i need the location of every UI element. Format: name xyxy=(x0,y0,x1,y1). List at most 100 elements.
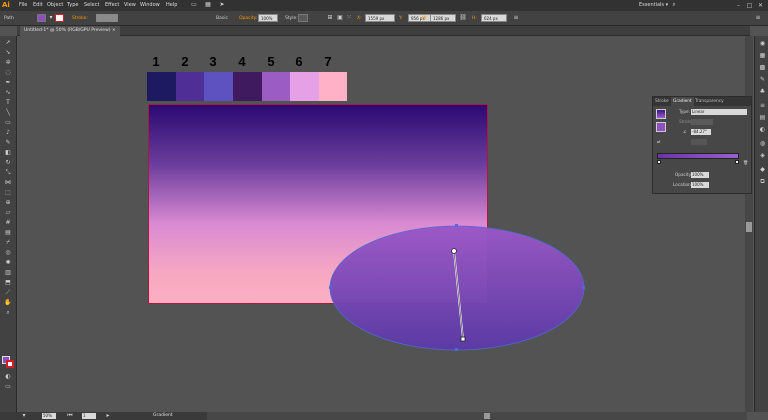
gradient-panel-icon[interactable]: ▤ xyxy=(758,114,767,122)
stroke-panel-icon[interactable]: ≡ xyxy=(758,102,767,110)
tab-gradient[interactable]: Gradient xyxy=(671,97,694,106)
slice-tool-icon[interactable]: ⟋ xyxy=(3,289,13,297)
layers-panel-icon[interactable]: ◆ xyxy=(758,166,767,174)
brush-label[interactable]: Basic xyxy=(216,14,228,23)
horizontal-scroll-thumb[interactable] xyxy=(484,413,490,419)
gradient-preview-swatch[interactable] xyxy=(656,109,666,119)
menu-effect[interactable]: Effect xyxy=(105,0,119,11)
selection-tool-icon[interactable]: ➚ xyxy=(3,39,13,47)
chevron-down-icon[interactable]: ▾ xyxy=(47,14,55,22)
eyedropper-tool-icon[interactable]: ⌿ xyxy=(3,239,13,247)
curvature-tool-icon[interactable]: ∿ xyxy=(3,89,13,97)
zoom-tool-icon[interactable]: ⌕ xyxy=(3,309,13,317)
reverse-gradient-icon[interactable]: ⇄ xyxy=(657,139,661,145)
menu-view[interactable]: View xyxy=(124,0,136,11)
screen-mode-icon[interactable]: ▭ xyxy=(3,383,13,391)
rectangle-tool-icon[interactable]: ▭ xyxy=(3,119,13,127)
h-field[interactable]: 624 px xyxy=(481,14,507,22)
constrain-link-icon[interactable]: ⛓ xyxy=(459,14,467,22)
document-tab[interactable]: Untitled-1* @ 50% (RGB/GPU Preview) × xyxy=(20,26,120,36)
stroke-gradient-buttons[interactable] xyxy=(691,119,713,125)
zoom-down-icon[interactable]: ▾ xyxy=(20,412,28,420)
stroke-color-swatch[interactable] xyxy=(6,360,14,368)
color-panel-icon[interactable]: ◉ xyxy=(758,40,767,48)
minimize-icon[interactable]: – xyxy=(734,1,743,10)
align-icon[interactable]: ⊞ xyxy=(326,14,334,22)
transparency-panel-icon[interactable]: ◐ xyxy=(758,126,767,134)
location-field[interactable]: 100% xyxy=(691,182,709,188)
artboard-tool-icon[interactable]: ⬒ xyxy=(3,279,13,287)
color-guide-icon[interactable]: ▦ xyxy=(758,52,767,60)
mesh-tool-icon[interactable]: # xyxy=(3,219,13,227)
scale-tool-icon[interactable]: ⤡ xyxy=(3,169,13,177)
menu-select[interactable]: Select xyxy=(84,0,99,11)
color-swatch[interactable] xyxy=(176,72,204,101)
stroke-label[interactable]: Stroke: xyxy=(72,14,88,23)
gradient-stop[interactable] xyxy=(735,160,739,164)
pencil-tool-icon[interactable]: ✎ xyxy=(3,139,13,147)
search-icon[interactable]: ⌕ xyxy=(670,1,678,9)
workspace-switcher[interactable]: Essentials ▾ xyxy=(639,0,668,11)
close-icon[interactable]: ✕ xyxy=(756,1,765,10)
gradient-slider[interactable] xyxy=(657,153,739,159)
paintbrush-tool-icon[interactable]: ♪ xyxy=(3,129,13,137)
eraser-tool-icon[interactable]: ◧ xyxy=(3,149,13,157)
maximize-icon[interactable]: □ xyxy=(745,1,754,10)
stroke-weight-field[interactable] xyxy=(96,14,118,22)
rotate-tool-icon[interactable]: ↻ xyxy=(3,159,13,167)
opacity-label[interactable]: Opacity: xyxy=(239,14,258,23)
menu-type[interactable]: Type xyxy=(67,0,78,11)
artboards-panel-icon[interactable]: ⧉ xyxy=(758,178,767,186)
gradient-tool-icon[interactable]: ▤ xyxy=(3,229,13,237)
transform-icon[interactable]: ▣ xyxy=(336,14,344,22)
fill-color-control[interactable] xyxy=(37,14,46,22)
style-picker[interactable] xyxy=(298,14,308,22)
selected-ellipse[interactable] xyxy=(328,222,588,354)
gradient-type-select[interactable]: Linear xyxy=(691,109,747,115)
color-swatch[interactable] xyxy=(147,72,176,101)
fill-stroke-swatch[interactable] xyxy=(656,122,666,132)
magic-wand-tool-icon[interactable]: ✲ xyxy=(3,59,13,67)
reference-point-icon[interactable]: ⁙ xyxy=(345,14,353,22)
color-swatch[interactable] xyxy=(204,72,233,101)
gradient-stop[interactable] xyxy=(657,160,661,164)
color-swatch[interactable] xyxy=(262,72,290,101)
symbols-panel-icon[interactable]: ♣ xyxy=(758,88,767,96)
zoom-field[interactable]: 50% xyxy=(42,413,56,419)
bridge-icon[interactable]: ▭ xyxy=(190,1,198,9)
shape-builder-tool-icon[interactable]: ⊕ xyxy=(3,199,13,207)
appearance-panel-icon[interactable]: ◍ xyxy=(758,140,767,148)
horizontal-scrollbar[interactable] xyxy=(207,412,747,420)
menu-help[interactable]: Help xyxy=(166,0,177,11)
color-swatch[interactable] xyxy=(319,72,347,101)
send-icon[interactable]: ➤ xyxy=(218,1,226,9)
w-field[interactable]: 1286 px xyxy=(430,14,456,22)
tab-stroke[interactable]: Stroke xyxy=(653,97,671,106)
tab-transparency[interactable]: Transparency xyxy=(693,97,726,106)
next-artboard-icon[interactable]: ▸ xyxy=(104,412,112,420)
pen-tool-icon[interactable]: ✒ xyxy=(3,79,13,87)
line-tool-icon[interactable]: ╲ xyxy=(3,109,13,117)
x-field[interactable]: 1559 px xyxy=(365,14,395,22)
blend-tool-icon[interactable]: ◎ xyxy=(3,249,13,257)
menu-window[interactable]: Window xyxy=(140,0,160,11)
type-tool-icon[interactable]: T xyxy=(3,99,13,107)
first-artboard-icon[interactable]: ⏮ xyxy=(66,412,74,420)
direct-selection-tool-icon[interactable]: ➘ xyxy=(3,49,13,57)
control-options-icon[interactable]: ≡ xyxy=(754,14,762,22)
aspect-ratio-field[interactable] xyxy=(691,139,707,145)
drawing-modes-icon[interactable]: ◐ xyxy=(3,373,13,381)
vertical-scroll-thumb[interactable] xyxy=(746,222,752,232)
free-transform-tool-icon[interactable]: ⬚ xyxy=(3,189,13,197)
menu-file[interactable]: File xyxy=(19,0,27,11)
symbol-sprayer-tool-icon[interactable]: ✺ xyxy=(3,259,13,267)
brushes-panel-icon[interactable]: ✎ xyxy=(758,76,767,84)
lasso-tool-icon[interactable]: ◌ xyxy=(3,69,13,77)
angle-field[interactable]: -84.27° xyxy=(691,129,711,135)
menu-edit[interactable]: Edit xyxy=(33,0,43,11)
graphic-styles-icon[interactable]: ◈ xyxy=(758,152,767,160)
color-swatch[interactable] xyxy=(290,72,319,101)
swatches-panel-icon[interactable]: ▩ xyxy=(758,64,767,72)
delete-stop-icon[interactable]: 🗑 xyxy=(743,160,748,166)
hand-tool-icon[interactable]: ✋ xyxy=(3,299,13,307)
